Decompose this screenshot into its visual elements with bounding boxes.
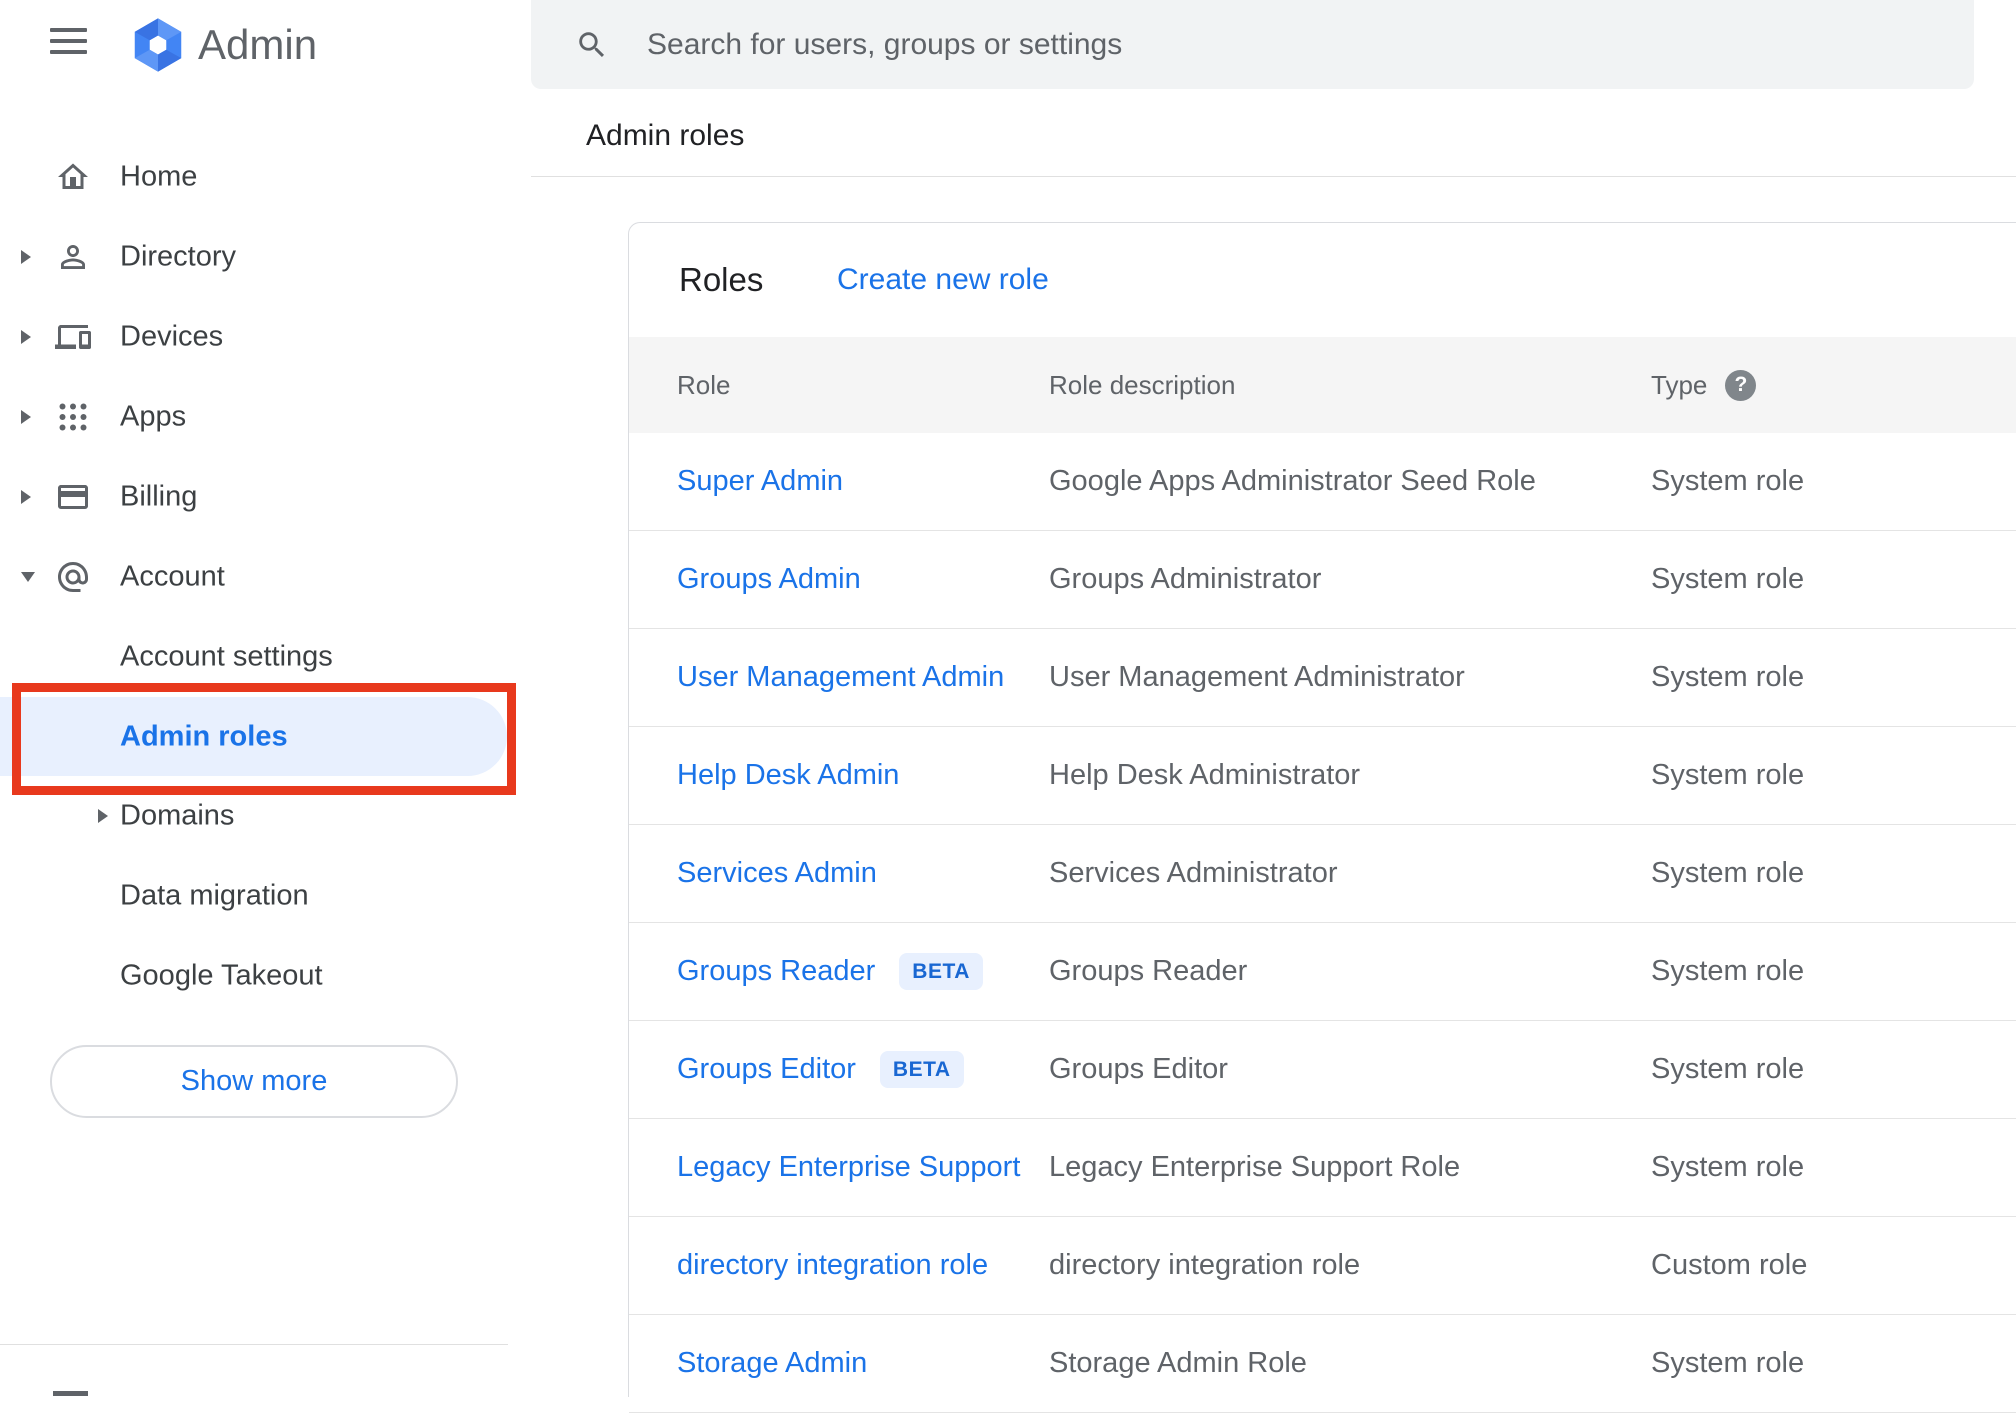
role-description: Groups Editor	[1049, 1053, 1228, 1085]
apps-grid-icon	[55, 399, 91, 435]
credit-card-icon	[55, 479, 91, 515]
search-bar[interactable]	[531, 0, 1974, 89]
expand-arrow-icon[interactable]	[21, 250, 31, 264]
role-link[interactable]: Services Admin	[677, 857, 877, 890]
sidebar-item-label: Account	[120, 560, 225, 593]
sidebar-item-label: Directory	[120, 240, 237, 273]
sidebar-item-label: Account settings	[120, 640, 333, 673]
role-link[interactable]: directory integration role	[677, 1249, 988, 1282]
breadcrumb-divider	[531, 176, 2016, 177]
role-description: Help Desk Administrator	[1049, 759, 1361, 791]
sidebar-item-account-settings[interactable]: Account settings	[0, 617, 531, 697]
expand-arrow-icon[interactable]	[21, 572, 35, 582]
app-title: Admin	[198, 21, 318, 68]
sidebar-item-directory[interactable]: Directory	[0, 217, 531, 297]
sidebar-item-label: Data migration	[120, 879, 309, 912]
beta-badge: BETA	[879, 1051, 964, 1088]
column-header-description: Role description	[1049, 369, 1236, 400]
role-description: Google Apps Administrator Seed Role	[1049, 465, 1536, 497]
table-row: User Management Admin User Management Ad…	[629, 629, 2016, 727]
roles-card: Roles Create new role Role Role descript…	[628, 222, 2016, 1413]
table-body: Super Admin Google Apps Administrator Se…	[629, 433, 2016, 1413]
sidebar-item-label: Admin roles	[120, 720, 288, 752]
create-new-role-link[interactable]: Create new role	[837, 263, 1049, 297]
role-type: System role	[1651, 1151, 1805, 1183]
menu-icon[interactable]	[50, 28, 87, 56]
expand-arrow-icon[interactable]	[21, 410, 31, 424]
role-description: Storage Admin Role	[1049, 1347, 1307, 1379]
role-type: System role	[1651, 661, 1805, 693]
role-type: Custom role	[1651, 1249, 1808, 1281]
role-link[interactable]: Legacy Enterprise Support	[677, 1151, 1020, 1184]
sidebar-item-google-takeout[interactable]: Google Takeout	[0, 936, 531, 1016]
sidebar-item-label: Domains	[120, 799, 235, 832]
role-description: Groups Reader	[1049, 955, 1248, 987]
role-description: Groups Administrator	[1049, 563, 1322, 595]
role-link[interactable]: Groups Admin	[677, 563, 861, 596]
column-header-type: Type	[1651, 369, 2016, 401]
table-row: Groups Reader BETA Groups Reader System …	[629, 923, 2016, 1021]
sidebar-item-label: Google Takeout	[120, 959, 323, 992]
sidebar-item-label: Billing	[120, 480, 198, 513]
role-description: Legacy Enterprise Support Role	[1049, 1151, 1461, 1183]
role-type: System role	[1651, 465, 1805, 497]
page-title: Roles	[679, 261, 764, 298]
role-link[interactable]: User Management Admin	[677, 661, 1004, 694]
table-row: directory integration role directory int…	[629, 1217, 2016, 1315]
admin-hexagon-logo	[134, 18, 182, 72]
expand-arrow-icon[interactable]	[21, 490, 31, 504]
role-type: System role	[1651, 759, 1805, 791]
sidebar-item-devices[interactable]: Devices	[0, 297, 531, 377]
table-row: Services Admin Services Administrator Sy…	[629, 825, 2016, 923]
card-header: Roles Create new role	[629, 223, 2016, 337]
role-type: System role	[1651, 1347, 1805, 1379]
sidebar-item-billing[interactable]: Billing	[0, 457, 531, 537]
at-sign-icon	[55, 559, 91, 595]
role-description: User Management Administrator	[1049, 661, 1465, 693]
beta-badge: BETA	[899, 953, 983, 990]
table-row: Help Desk Admin Help Desk Administrator …	[629, 727, 2016, 825]
column-header-role: Role	[677, 369, 731, 400]
breadcrumb: Admin roles	[586, 119, 745, 152]
sidebar-item-admin-roles[interactable]: Admin roles	[0, 697, 507, 776]
sidebar-item-label: Apps	[120, 400, 187, 433]
home-icon	[55, 159, 91, 195]
help-icon[interactable]	[1725, 369, 1757, 401]
sidebar-item-label: Devices	[120, 320, 224, 353]
table-row: Super Admin Google Apps Administrator Se…	[629, 433, 2016, 531]
role-type: System role	[1651, 1053, 1805, 1085]
role-link[interactable]: Help Desk Admin	[677, 759, 899, 792]
sidebar-bottom-divider	[0, 1344, 508, 1345]
expand-arrow-icon[interactable]	[21, 330, 31, 344]
sidebar-item-apps[interactable]: Apps	[0, 377, 531, 457]
role-description: directory integration role	[1049, 1249, 1361, 1281]
role-description: Services Administrator	[1049, 857, 1338, 889]
role-link[interactable]: Groups Reader	[677, 955, 875, 988]
search-input[interactable]	[645, 26, 1974, 63]
sidebar-item-home[interactable]: Home	[0, 137, 531, 217]
sidebar-item-account[interactable]: Account	[0, 537, 531, 617]
sidebar-nav: Home Directory Devices Apps Billing Acco…	[0, 137, 531, 1016]
person-icon	[55, 239, 91, 275]
sidebar-item-data-migration[interactable]: Data migration	[0, 856, 531, 936]
table-header-row: Role Role description Type	[629, 337, 2016, 433]
role-type: System role	[1651, 955, 1805, 987]
expand-arrow-icon[interactable]	[98, 809, 108, 823]
role-type: System role	[1651, 563, 1805, 595]
role-link[interactable]: Super Admin	[677, 465, 843, 498]
cutoff-bottom-icon	[53, 1391, 88, 1396]
role-link[interactable]: Storage Admin	[677, 1347, 867, 1380]
table-row: Storage Admin Storage Admin Role System …	[629, 1315, 2016, 1413]
show-more-button[interactable]: Show more	[50, 1045, 458, 1118]
sidebar-item-domains[interactable]: Domains	[0, 776, 531, 856]
table-row: Legacy Enterprise Support Legacy Enterpr…	[629, 1119, 2016, 1217]
search-icon	[579, 31, 605, 57]
table-row: Groups Editor BETA Groups Editor System …	[629, 1021, 2016, 1119]
role-type: System role	[1651, 857, 1805, 889]
sidebar-item-label: Home	[120, 160, 198, 193]
role-link[interactable]: Groups Editor	[677, 1053, 856, 1086]
devices-icon	[55, 319, 91, 355]
table-row: Groups Admin Groups Administrator System…	[629, 531, 2016, 629]
